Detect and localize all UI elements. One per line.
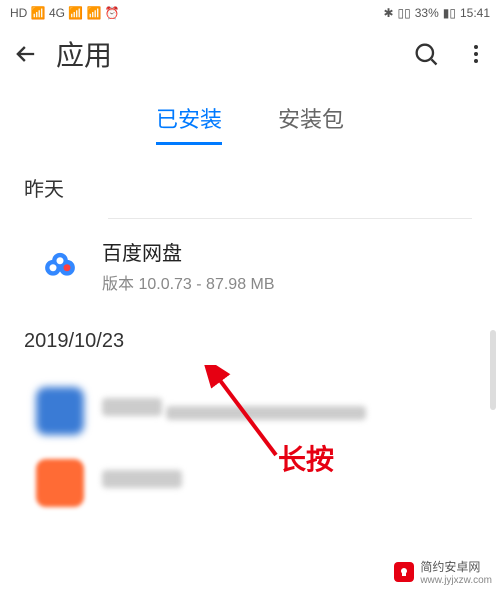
battery-percent: 33%	[415, 6, 439, 20]
app-meta-blurred	[166, 406, 366, 420]
page-title: 应用	[56, 34, 396, 74]
app-info	[102, 398, 476, 425]
section-date: 2019/10/23	[0, 312, 500, 369]
app-info	[102, 470, 476, 497]
back-icon[interactable]	[12, 40, 40, 68]
tabs: 已安装 安装包	[0, 102, 500, 145]
tab-packages[interactable]: 安装包	[278, 102, 344, 145]
app-header: 应用	[0, 26, 500, 82]
app-icon-blurred	[36, 387, 84, 435]
status-left: HD 📶 4G 📶 📶 ⏰	[10, 6, 120, 20]
app-item-baidu[interactable]: 百度网盘 版本 10.0.73 - 87.98 MB	[0, 219, 500, 312]
section-yesterday: 昨天	[0, 145, 500, 218]
bluetooth-icon: ✱	[383, 6, 393, 20]
watermark: 简约安卓网 www.jyjxzw.com	[386, 554, 500, 590]
baidu-cloud-icon	[36, 242, 84, 290]
app-info: 百度网盘 版本 10.0.73 - 87.98 MB	[102, 237, 476, 294]
watermark-name: 简约安卓网	[420, 558, 492, 575]
status-right: ✱ ▯▯ 33% ▮▯ 15:41	[383, 6, 490, 20]
signal-indicators: HD 📶 4G 📶 📶 ⏰	[10, 6, 120, 20]
watermark-url: www.jyjxzw.com	[420, 575, 492, 586]
battery-icon: ▮▯	[443, 6, 456, 20]
vibrate-icon: ▯▯	[398, 6, 411, 20]
app-item-blurred-2[interactable]	[0, 453, 500, 507]
scrollbar[interactable]	[490, 330, 496, 410]
app-name-blurred	[102, 398, 162, 416]
app-item-blurred-1[interactable]	[0, 369, 500, 453]
clock: 15:41	[460, 6, 490, 20]
app-meta: 版本 10.0.73 - 87.98 MB	[102, 270, 476, 294]
watermark-icon	[394, 562, 414, 582]
status-bar: HD 📶 4G 📶 📶 ⏰ ✱ ▯▯ 33% ▮▯ 15:41	[0, 0, 500, 26]
search-icon[interactable]	[412, 40, 440, 68]
more-icon[interactable]	[464, 42, 488, 66]
app-icon-blurred	[36, 459, 84, 507]
app-name: 百度网盘	[102, 237, 476, 266]
tab-installed[interactable]: 已安装	[156, 102, 222, 145]
app-name-blurred	[102, 470, 182, 488]
